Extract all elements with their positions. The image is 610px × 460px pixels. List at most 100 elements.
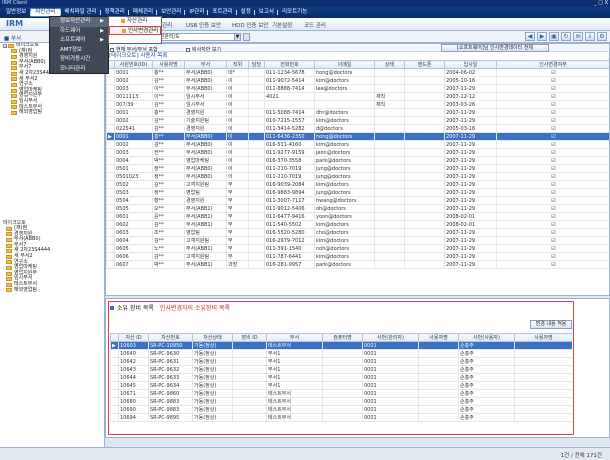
table-cell: SR-PC-9631 bbox=[148, 357, 193, 366]
column-header[interactable]: 전화번호 bbox=[264, 60, 315, 69]
column-header[interactable]: 사용자명 bbox=[418, 333, 459, 342]
all-hr-change-button[interactable]: [소프트웨어]님 인사변경데이터 전체 bbox=[441, 44, 549, 52]
table-row[interactable]: 10644 SR-PC-9633 가동(정상) 부서1 0001 손홍주 bbox=[110, 373, 572, 382]
table-cell: 022541 bbox=[114, 124, 153, 133]
collapse-icon[interactable]: − bbox=[3, 43, 7, 48]
column-header[interactable]: 핸드폰 bbox=[404, 60, 445, 69]
dept-combo[interactable]: 사원관리/도 bbox=[152, 33, 238, 41]
table-row[interactable]: ▶ 10603 SR-PC-10950 가동(정상) 테스트부서 0001 손홍주 bbox=[110, 341, 572, 350]
table-row[interactable]: 0003 이** 부서(ABB0) 이 011-8888-7414 lee@doctors… bbox=[106, 84, 609, 93]
table-row[interactable]: 10690 SR-PC-9883 가동(정상) 테스트부서 0001 손홍주 bbox=[110, 405, 572, 414]
table-row[interactable]: 0002 김** 기술지원팀 이 010-7215-1557 kim@doctors 200… bbox=[106, 116, 609, 125]
table-row[interactable]: 007/39 김** 임시부서 이 재직 2003-03-26 ☑ bbox=[106, 100, 609, 109]
toolbar-icon-button[interactable]: ▶ bbox=[537, 32, 547, 41]
column-header[interactable]: 사원번호(ID) bbox=[114, 60, 153, 69]
column-header[interactable]: 자산 ID bbox=[118, 333, 149, 342]
dropdown-menu-item[interactable]: 하드웨어 ▶ bbox=[50, 27, 108, 37]
table-row[interactable]: 0602 김** 부서(ABB1) 부 011-540-5502 kim@doctors 2… bbox=[106, 220, 609, 229]
menu-item[interactable]: 보고서 bbox=[253, 8, 278, 17]
table-cell bbox=[404, 164, 445, 173]
table-row[interactable]: ▶ 0001 홍** 부서(ABB0) 이 011-6436-2350 hong@docto… bbox=[106, 132, 609, 141]
window-controls[interactable]: _ □ X bbox=[594, 0, 608, 7]
table-row[interactable]: 0501023 정** 부서(ABB0) 이 011-210-7019 jung@doct… bbox=[106, 172, 609, 181]
toolbar-icon-button[interactable]: ↻ bbox=[561, 32, 571, 41]
column-header[interactable] bbox=[110, 333, 119, 342]
table-row[interactable]: 10643 SR-PC-9632 가동(정상) 부서1 0001 손홍주 bbox=[110, 365, 572, 374]
menu-item[interactable]: 설정 bbox=[235, 8, 255, 17]
table-cell bbox=[374, 124, 405, 133]
column-header[interactable]: 입사일 bbox=[444, 60, 497, 69]
table-row[interactable]: 0001 홍** 부서(ABB0) 대* 011-1234-5678 hong@docto… bbox=[106, 68, 609, 77]
tree-item[interactable]: 해외영업팀 bbox=[0, 110, 104, 116]
menu-item[interactable]: 포트관리 bbox=[207, 8, 236, 17]
column-header[interactable]: 상태 bbox=[374, 60, 405, 69]
menu-item[interactable]: 리모트기능 bbox=[276, 8, 311, 17]
column-header[interactable]: 사번(관리자) bbox=[362, 333, 419, 342]
toolbar-icon-button[interactable]: ◀ bbox=[525, 32, 535, 41]
column-header[interactable]: 사용자명 bbox=[152, 60, 185, 69]
table-cell: 영업팀 bbox=[184, 188, 227, 197]
dept-clear-button[interactable] bbox=[243, 33, 250, 41]
table-row[interactable]: 0606 김** 고객지원팀 부 011-787-6441 kim@doctors 2007… bbox=[106, 252, 609, 261]
toolbar-icon-button[interactable]: ▣ bbox=[549, 32, 559, 41]
tree-item[interactable]: 해외영업팀 bbox=[0, 287, 104, 294]
dropdown-menu-item[interactable]: 정보자산관리 ▶ bbox=[50, 17, 108, 27]
table-row[interactable]: 0505 오** 부서(ABB1) 부 011-9012-5406 oh@doctors 2… bbox=[106, 204, 609, 213]
column-header[interactable]: 직위 bbox=[226, 60, 249, 69]
table-cell: 0001 bbox=[362, 349, 419, 358]
toolbar-icon-button[interactable]: ✉ bbox=[573, 32, 583, 41]
column-header[interactable]: 이메일 bbox=[314, 60, 375, 69]
dropdown-menu-item[interactable]: 모니터관리 bbox=[50, 65, 108, 75]
table-row[interactable]: 0605 노** 부서(ABB1) 부 011-391-1540 noh@doctors 2… bbox=[106, 244, 609, 253]
table-row[interactable]: 0504 황** 경영지원 부 011-3007-7117 hwang@doctors 20… bbox=[106, 196, 609, 205]
table-row[interactable]: 0502 김** 고객지원팀 부 016-9039-2084 kim@doctors 200… bbox=[106, 180, 609, 189]
table-row[interactable]: 10640 SR-PC-9630 가동(정상) 부서1 0001 손홍주 bbox=[110, 349, 572, 358]
table-row[interactable]: 0503 정** 영업팀 부 016-9883-9894 jung@doctors 2007… bbox=[106, 188, 609, 197]
include-sub-dept-checkbox[interactable]: 현재 부서/부서 포함 bbox=[110, 46, 158, 53]
table-row[interactable]: 10645 SR-PC-9634 가동(정상) 부서1 0001 손홍주 bbox=[110, 381, 572, 390]
table-row[interactable]: 10671 SR-PC-9860 가동(정상) 테스트부서 0001 손홍주 bbox=[110, 389, 572, 398]
table-row[interactable]: 0002 김** 부서(ABB0) 이 016-511-4160 kim@doctors 2… bbox=[106, 140, 609, 149]
column-header[interactable]: 부서 bbox=[184, 60, 227, 69]
table-row[interactable]: 0604 김** 고객지원팀 부 016-2979-7012 kim@doctors 200… bbox=[106, 236, 609, 245]
column-header[interactable]: 부서 bbox=[266, 333, 323, 342]
table-row[interactable]: 0607 박** 부서(ABB1) 과장 016-281-9957 park@doctor… bbox=[106, 260, 609, 269]
toolbar-hdd[interactable]: HDD 인증 보안 bbox=[232, 21, 268, 29]
table-row[interactable]: 0011113 이** 임시부서 이 4021 재직 2007-12-12 ☑ bbox=[106, 92, 609, 101]
toolbar-code[interactable]: 코드 관리 bbox=[304, 21, 326, 29]
submenu-item[interactable]: 인사변경관리 bbox=[109, 26, 161, 35]
dropdown-menu-item[interactable]: 소프트웨어 ▶ bbox=[50, 36, 108, 46]
table-row[interactable]: 0603 조** 영업팀 부 016-5520-5280 cho@doctors 2007-… bbox=[106, 228, 609, 237]
column-header[interactable]: 자산번호 bbox=[148, 333, 193, 342]
submenu-item[interactable]: 자산관리 bbox=[109, 17, 161, 26]
column-header[interactable]: 컴퓨터명 bbox=[322, 333, 363, 342]
retired-only-checkbox[interactable]: 퇴사자만 보기 bbox=[186, 46, 221, 53]
table-cell: ☑ bbox=[496, 124, 609, 133]
menu-item[interactable]: 일반정보 bbox=[2, 8, 30, 17]
toolbar-basic[interactable]: 기본설정 bbox=[272, 21, 292, 29]
menu-item[interactable]: IP관리 bbox=[184, 8, 208, 17]
toolbar-icon-button[interactable]: ⇩ bbox=[585, 32, 595, 41]
dropdown-menu-item[interactable]: 장비가동시간 bbox=[50, 55, 108, 65]
toolbar-icon-button[interactable]: ⚙ bbox=[597, 32, 607, 41]
table-row[interactable]: 10694 SR-PC-9895 가동(정상) 테스트부서 0001 손홍주 bbox=[110, 413, 572, 422]
apply-changes-button[interactable]: 변경 내용 적용 bbox=[530, 320, 572, 329]
table-row[interactable]: 10680 SR-PC-9883 가동(정상) 테스트부서 0001 손홍주 bbox=[110, 397, 572, 406]
table-row[interactable]: 0601 윤** 부서(ABB1) 부 011-6477-9416 yoon@doctor… bbox=[106, 212, 609, 221]
column-header[interactable]: 담당 bbox=[248, 60, 265, 69]
table-row[interactable]: 0001 홍** 경영지원 이 011-5088-7414 dhr@doctors 2007… bbox=[106, 108, 609, 117]
table-row[interactable]: 0501 정** 부서(ABB0) 이 011-210-7019 jung@doctors… bbox=[106, 164, 609, 173]
column-header[interactable]: 장비 ID bbox=[232, 333, 267, 342]
dept-combo-dropdown-button[interactable]: ▼ bbox=[234, 33, 241, 41]
table-row[interactable]: 022541 김** 경영지원 이 011-3414-5282 d@doctors 2005… bbox=[106, 124, 609, 133]
column-header[interactable]: 사용자명 bbox=[514, 333, 572, 342]
toolbar-usb[interactable]: USB 인증 보안 bbox=[186, 21, 221, 29]
table-row[interactable]: 10642 SR-PC-9631 가동(정상) 부서1 0001 손홍주 bbox=[110, 357, 572, 366]
table-row[interactable]: 0002 김** 부서(ABB0) 이 011-9072-5414 kim@doctors… bbox=[106, 76, 609, 85]
table-row[interactable]: 0004 박** 영업마케팅 이 016-370-3558 park@doctors 200… bbox=[106, 156, 609, 165]
dropdown-menu-item[interactable]: AMT정보 bbox=[50, 46, 108, 56]
table-row[interactable]: 0003 전** 부서(ABB0) 이 011-9277-9159 jeon@doctor… bbox=[106, 148, 609, 157]
column-header[interactable]: 사번(사용자) bbox=[458, 333, 515, 342]
column-header[interactable]: 인사변경여부 bbox=[496, 60, 609, 69]
column-header[interactable]: 자산상태 bbox=[192, 333, 233, 342]
